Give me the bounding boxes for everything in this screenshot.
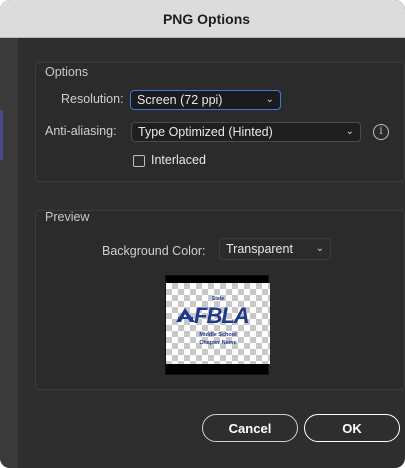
anti-aliasing-value: Type Optimized (Hinted) [138,125,273,139]
chevron-down-icon: ⌄ [345,126,354,137]
interlaced-label[interactable]: Interlaced [151,153,206,167]
chevron-down-icon: ⌄ [265,94,274,105]
fbla-logo-mark-icon [176,308,195,322]
cancel-button[interactable]: Cancel [202,414,298,442]
info-circle-icon[interactable]: i [373,124,389,140]
resolution-select[interactable]: Screen (72 ppi) ⌄ [130,90,281,110]
left-edge-accent [0,110,3,160]
ok-button[interactable]: OK [304,414,400,442]
cancel-button-label: Cancel [228,420,272,436]
dialog-title: PNG Options [162,10,251,27]
options-group-label: Options [45,65,89,79]
anti-aliasing-label: Anti-aliasing: [45,124,117,138]
interlaced-checkbox[interactable] [133,155,145,167]
preview-group-label: Preview [45,210,90,224]
ok-button-label: OK [342,420,362,436]
transparency-checkerboard: State FBLA Middle School Chapter Name [166,283,270,364]
chevron-down-icon: ⌄ [315,243,324,254]
logo-line-1: Middle School [199,332,237,338]
resolution-value: Screen (72 ppi) [137,93,223,107]
background-color-label: Background Color: [102,244,206,258]
background-color-value: Transparent [226,242,293,256]
logo-state-text: State [211,296,225,302]
logo-line-2: Chapter Name [199,340,237,346]
left-panel-edge [0,38,18,468]
preview-thumbnail: State FBLA Middle School Chapter Name [165,275,270,375]
logo-fbla-text: FBLA [194,303,250,328]
resolution-label: Resolution: [61,92,124,106]
background-color-select[interactable]: Transparent ⌄ [219,238,331,260]
anti-aliasing-select[interactable]: Type Optimized (Hinted) ⌄ [131,122,361,142]
png-options-dialog: PNG Options Options Resolution: Screen (… [0,0,405,468]
title-bar[interactable]: PNG Options [0,0,405,38]
